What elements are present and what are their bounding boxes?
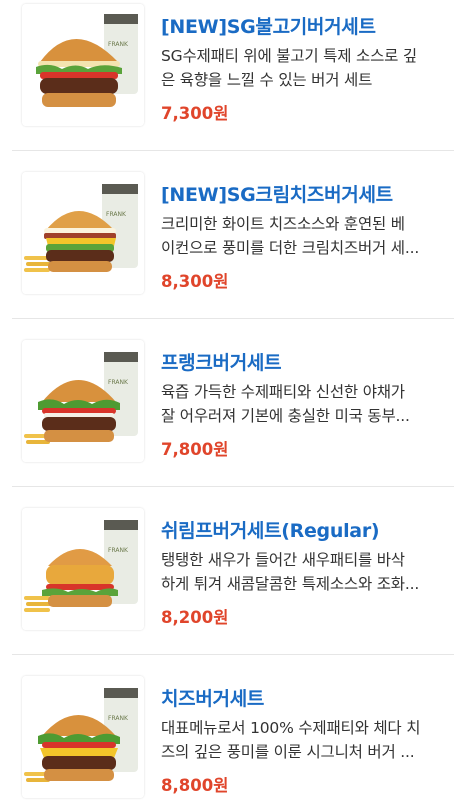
cup-brand-text: FRANK — [108, 41, 129, 48]
menu-item-description: 육즙 가득한 수제패티와 신선한 야채가 잘 어우러져 기본에 충실한 미국 동… — [161, 380, 445, 428]
menu-item-price: 8,200원 — [161, 608, 229, 627]
description-line: 즈의 깊은 풍미를 이룬 시그니처 버거 ... — [161, 743, 415, 761]
menu-item-title[interactable]: 쉬림프버거세트(Regular) — [161, 516, 380, 543]
description-line: 이컨으로 풍미를 더한 크림치즈버거 세... — [161, 239, 420, 257]
description-line: 잘 어우러져 기본에 충실한 미국 동부... — [161, 407, 410, 425]
menu-item-price: 8,800원 — [161, 776, 229, 795]
description-line: 은 육향을 느낄 수 있는 버거 세트 — [161, 71, 373, 89]
menu-item-price: 7,300원 — [161, 104, 229, 123]
description-line: 육즙 가득한 수제패티와 신선한 야채가 — [161, 383, 405, 401]
menu-item-cream-cheese-burger-set[interactable]: FRANK [NEW]SG크림치즈버거세트 크리미한 화이트 치즈소스와 훈연된… — [0, 168, 466, 336]
menu-item-title[interactable]: 프랭크버거세트 — [161, 348, 282, 375]
menu-item-title[interactable]: 치즈버거세트 — [161, 684, 264, 711]
divider — [12, 654, 454, 655]
divider — [12, 486, 454, 487]
menu-item-frank-burger-set[interactable]: FRANK 프랭크버거세트 육즙 가득한 수제패티와 신선한 야채가 잘 어우러… — [0, 336, 466, 504]
menu-item-shrimp-burger-set[interactable]: FRANK 쉬림프버거세트(Regular) 탱탱한 새우가 들어간 새우패티를… — [0, 504, 466, 672]
bulgogi-burger-set-photo[interactable]: FRANK — [22, 4, 144, 126]
menu-item-cheese-burger-set[interactable]: FRANK 치즈버거세트 대표메뉴로서 100% 수제패티와 체다 치 즈의 깊… — [0, 672, 466, 808]
shrimp-burger-set-photo[interactable]: FRANK — [22, 508, 144, 630]
description-line: 하게 튀겨 새콤달콤한 특제소스와 조화... — [161, 575, 420, 593]
divider — [12, 318, 454, 319]
description-line: 대표메뉴로서 100% 수제패티와 체다 치 — [161, 719, 421, 737]
menu-item-title[interactable]: [NEW]SG불고기버거세트 — [161, 12, 376, 39]
menu-item-description: SG수제패티 위에 불고기 특제 소스로 깊 은 육향을 느낄 수 있는 버거 … — [161, 44, 445, 92]
frank-burger-set-photo[interactable]: FRANK — [22, 340, 144, 462]
cheese-burger-set-photo[interactable]: FRANK — [22, 676, 144, 798]
description-line: SG수제패티 위에 불고기 특제 소스로 깊 — [161, 47, 417, 65]
divider — [12, 150, 454, 151]
menu-list: FRANK [NEW]SG불고기버거세트 SG수제패티 위에 불고기 특제 소스… — [0, 0, 466, 808]
menu-item-title[interactable]: [NEW]SG크림치즈버거세트 — [161, 180, 393, 207]
cup-brand-text: FRANK — [108, 547, 129, 554]
menu-item-bulgogi-burger-set[interactable]: FRANK [NEW]SG불고기버거세트 SG수제패티 위에 불고기 특제 소스… — [0, 0, 466, 168]
menu-item-description: 크리미한 화이트 치즈소스와 훈연된 베 이컨으로 풍미를 더한 크림치즈버거 … — [161, 212, 445, 260]
menu-item-description: 대표메뉴로서 100% 수제패티와 체다 치 즈의 깊은 풍미를 이룬 시그니처… — [161, 716, 445, 764]
cup-brand-text: FRANK — [108, 379, 129, 386]
description-line: 탱탱한 새우가 들어간 새우패티를 바삭 — [161, 551, 405, 569]
cream-cheese-burger-set-photo[interactable]: FRANK — [22, 172, 144, 294]
menu-item-price: 7,800원 — [161, 440, 229, 459]
menu-item-description: 탱탱한 새우가 들어간 새우패티를 바삭 하게 튀겨 새콤달콤한 특제소스와 조… — [161, 548, 445, 596]
menu-item-price: 8,300원 — [161, 272, 229, 291]
cup-brand-text: FRANK — [106, 211, 127, 218]
description-line: 크리미한 화이트 치즈소스와 훈연된 베 — [161, 215, 405, 233]
cup-brand-text: FRANK — [108, 715, 129, 722]
